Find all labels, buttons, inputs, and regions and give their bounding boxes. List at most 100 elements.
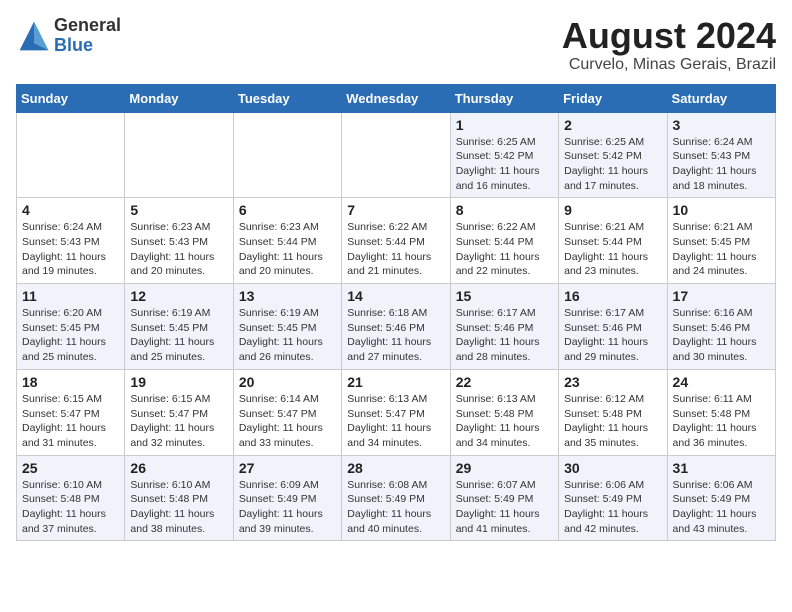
day-number: 6 bbox=[239, 202, 336, 218]
day-info: Sunrise: 6:14 AM Sunset: 5:47 PM Dayligh… bbox=[239, 392, 336, 451]
day-info: Sunrise: 6:07 AM Sunset: 5:49 PM Dayligh… bbox=[456, 478, 553, 537]
calendar-cell: 12Sunrise: 6:19 AM Sunset: 5:45 PM Dayli… bbox=[125, 284, 233, 370]
day-number: 17 bbox=[673, 288, 770, 304]
logo-blue: Blue bbox=[54, 36, 121, 56]
day-info: Sunrise: 6:22 AM Sunset: 5:44 PM Dayligh… bbox=[456, 220, 553, 279]
weekday-header-saturday: Saturday bbox=[667, 84, 775, 112]
logo-general: General bbox=[54, 16, 121, 36]
calendar-cell: 26 Sunrise: 6:10 AM Sunset: 5:48 PM Dayli… bbox=[125, 455, 233, 541]
calendar-cell: 8 Sunrise: 6:22 AM Sunset: 5:44 PM Daylig… bbox=[450, 198, 558, 284]
weekday-header-sunday: Sunday bbox=[17, 84, 125, 112]
calendar-cell: 7 Sunrise: 6:22 AM Sunset: 5:44 PM Daylig… bbox=[342, 198, 450, 284]
page-header: General Blue August 2024 Curvelo, Minas … bbox=[16, 16, 776, 74]
logo: General Blue bbox=[16, 16, 121, 56]
calendar-cell: 28 Sunrise: 6:08 AM Sunset: 5:49 PM Dayli… bbox=[342, 455, 450, 541]
day-number: 28 bbox=[347, 460, 444, 476]
weekday-row: SundayMondayTuesdayWednesdayThursdayFrid… bbox=[17, 84, 776, 112]
day-info: Sunrise: 6:15 AM Sunset: 5:47 PM Dayligh… bbox=[22, 392, 119, 451]
calendar-cell: 22Sunrise: 6:13 AM Sunset: 5:48 PM Dayli… bbox=[450, 369, 558, 455]
day-info: Sunrise: 6:10 AM Sunset: 5:48 PM Dayligh… bbox=[22, 478, 119, 537]
calendar-table: SundayMondayTuesdayWednesdayThursdayFrid… bbox=[16, 84, 776, 542]
calendar-cell: 30Sunrise: 6:06 AM Sunset: 5:49 PM Dayli… bbox=[559, 455, 667, 541]
day-info: Sunrise: 6:06 AM Sunset: 5:49 PM Dayligh… bbox=[673, 478, 770, 537]
day-number: 27 bbox=[239, 460, 336, 476]
day-number: 5 bbox=[130, 202, 227, 218]
day-number: 26 bbox=[130, 460, 227, 476]
day-info: Sunrise: 6:24 AM Sunset: 5:43 PM Dayligh… bbox=[22, 220, 119, 279]
calendar-cell: 27Sunrise: 6:09 AM Sunset: 5:49 PM Dayli… bbox=[233, 455, 341, 541]
calendar-cell bbox=[125, 112, 233, 198]
logo-text: General Blue bbox=[54, 16, 121, 56]
calendar-cell: 23 Sunrise: 6:12 AM Sunset: 5:48 PM Dayli… bbox=[559, 369, 667, 455]
day-info: Sunrise: 6:23 AM Sunset: 5:43 PM Dayligh… bbox=[130, 220, 227, 279]
logo-icon bbox=[16, 18, 52, 54]
calendar-cell: 31Sunrise: 6:06 AM Sunset: 5:49 PM Dayli… bbox=[667, 455, 775, 541]
day-number: 9 bbox=[564, 202, 661, 218]
day-number: 7 bbox=[347, 202, 444, 218]
calendar-cell bbox=[233, 112, 341, 198]
calendar-header: SundayMondayTuesdayWednesdayThursdayFrid… bbox=[17, 84, 776, 112]
day-number: 18 bbox=[22, 374, 119, 390]
day-info: Sunrise: 6:24 AM Sunset: 5:43 PM Dayligh… bbox=[673, 135, 770, 194]
calendar-cell bbox=[342, 112, 450, 198]
calendar-cell: 15Sunrise: 6:17 AM Sunset: 5:46 PM Dayli… bbox=[450, 284, 558, 370]
day-number: 11 bbox=[22, 288, 119, 304]
day-info: Sunrise: 6:22 AM Sunset: 5:44 PM Dayligh… bbox=[347, 220, 444, 279]
calendar-cell: 21Sunrise: 6:13 AM Sunset: 5:47 PM Dayli… bbox=[342, 369, 450, 455]
day-info: Sunrise: 6:21 AM Sunset: 5:44 PM Dayligh… bbox=[564, 220, 661, 279]
day-number: 21 bbox=[347, 374, 444, 390]
day-info: Sunrise: 6:10 AM Sunset: 5:48 PM Dayligh… bbox=[130, 478, 227, 537]
day-number: 16 bbox=[564, 288, 661, 304]
location-subtitle: Curvelo, Minas Gerais, Brazil bbox=[562, 56, 776, 74]
calendar-cell: 18 Sunrise: 6:15 AM Sunset: 5:47 PM Dayli… bbox=[17, 369, 125, 455]
day-info: Sunrise: 6:17 AM Sunset: 5:46 PM Dayligh… bbox=[564, 306, 661, 365]
day-info: Sunrise: 6:25 AM Sunset: 5:42 PM Dayligh… bbox=[456, 135, 553, 194]
day-number: 1 bbox=[456, 117, 553, 133]
calendar-cell: 16 Sunrise: 6:17 AM Sunset: 5:46 PM Dayli… bbox=[559, 284, 667, 370]
day-info: Sunrise: 6:23 AM Sunset: 5:44 PM Dayligh… bbox=[239, 220, 336, 279]
day-info: Sunrise: 6:20 AM Sunset: 5:45 PM Dayligh… bbox=[22, 306, 119, 365]
calendar-cell: 11 Sunrise: 6:20 AM Sunset: 5:45 PM Dayli… bbox=[17, 284, 125, 370]
weekday-header-monday: Monday bbox=[125, 84, 233, 112]
day-info: Sunrise: 6:18 AM Sunset: 5:46 PM Dayligh… bbox=[347, 306, 444, 365]
day-info: Sunrise: 6:13 AM Sunset: 5:48 PM Dayligh… bbox=[456, 392, 553, 451]
day-number: 4 bbox=[22, 202, 119, 218]
day-number: 12 bbox=[130, 288, 227, 304]
day-number: 24 bbox=[673, 374, 770, 390]
day-info: Sunrise: 6:08 AM Sunset: 5:49 PM Dayligh… bbox=[347, 478, 444, 537]
day-number: 3 bbox=[673, 117, 770, 133]
calendar-cell: 29 Sunrise: 6:07 AM Sunset: 5:49 PM Dayli… bbox=[450, 455, 558, 541]
day-number: 2 bbox=[564, 117, 661, 133]
day-number: 14 bbox=[347, 288, 444, 304]
day-number: 29 bbox=[456, 460, 553, 476]
weekday-header-tuesday: Tuesday bbox=[233, 84, 341, 112]
week-row-3: 11 Sunrise: 6:20 AM Sunset: 5:45 PM Dayli… bbox=[17, 284, 776, 370]
calendar-cell: 2Sunrise: 6:25 AM Sunset: 5:42 PM Daylig… bbox=[559, 112, 667, 198]
day-info: Sunrise: 6:11 AM Sunset: 5:48 PM Dayligh… bbox=[673, 392, 770, 451]
calendar-cell: 25 Sunrise: 6:10 AM Sunset: 5:48 PM Dayli… bbox=[17, 455, 125, 541]
week-row-4: 18 Sunrise: 6:15 AM Sunset: 5:47 PM Dayli… bbox=[17, 369, 776, 455]
calendar-cell: 5 Sunrise: 6:23 AM Sunset: 5:43 PM Daylig… bbox=[125, 198, 233, 284]
day-number: 25 bbox=[22, 460, 119, 476]
calendar-cell: 9 Sunrise: 6:21 AM Sunset: 5:44 PM Daylig… bbox=[559, 198, 667, 284]
calendar-cell: 14 Sunrise: 6:18 AM Sunset: 5:46 PM Dayli… bbox=[342, 284, 450, 370]
day-number: 8 bbox=[456, 202, 553, 218]
day-info: Sunrise: 6:15 AM Sunset: 5:47 PM Dayligh… bbox=[130, 392, 227, 451]
calendar-cell: 1 Sunrise: 6:25 AM Sunset: 5:42 PM Daylig… bbox=[450, 112, 558, 198]
day-number: 10 bbox=[673, 202, 770, 218]
day-info: Sunrise: 6:12 AM Sunset: 5:48 PM Dayligh… bbox=[564, 392, 661, 451]
day-info: Sunrise: 6:21 AM Sunset: 5:45 PM Dayligh… bbox=[673, 220, 770, 279]
day-number: 19 bbox=[130, 374, 227, 390]
day-number: 23 bbox=[564, 374, 661, 390]
calendar-cell bbox=[17, 112, 125, 198]
calendar-cell: 13Sunrise: 6:19 AM Sunset: 5:45 PM Dayli… bbox=[233, 284, 341, 370]
weekday-header-wednesday: Wednesday bbox=[342, 84, 450, 112]
title-block: August 2024 Curvelo, Minas Gerais, Brazi… bbox=[562, 16, 776, 74]
calendar-body: 1 Sunrise: 6:25 AM Sunset: 5:42 PM Daylig… bbox=[17, 112, 776, 541]
calendar-cell: 19 Sunrise: 6:15 AM Sunset: 5:47 PM Dayli… bbox=[125, 369, 233, 455]
calendar-cell: 24 Sunrise: 6:11 AM Sunset: 5:48 PM Dayli… bbox=[667, 369, 775, 455]
day-number: 20 bbox=[239, 374, 336, 390]
weekday-header-friday: Friday bbox=[559, 84, 667, 112]
calendar-cell: 10 Sunrise: 6:21 AM Sunset: 5:45 PM Dayli… bbox=[667, 198, 775, 284]
calendar-cell: 20 Sunrise: 6:14 AM Sunset: 5:47 PM Dayli… bbox=[233, 369, 341, 455]
